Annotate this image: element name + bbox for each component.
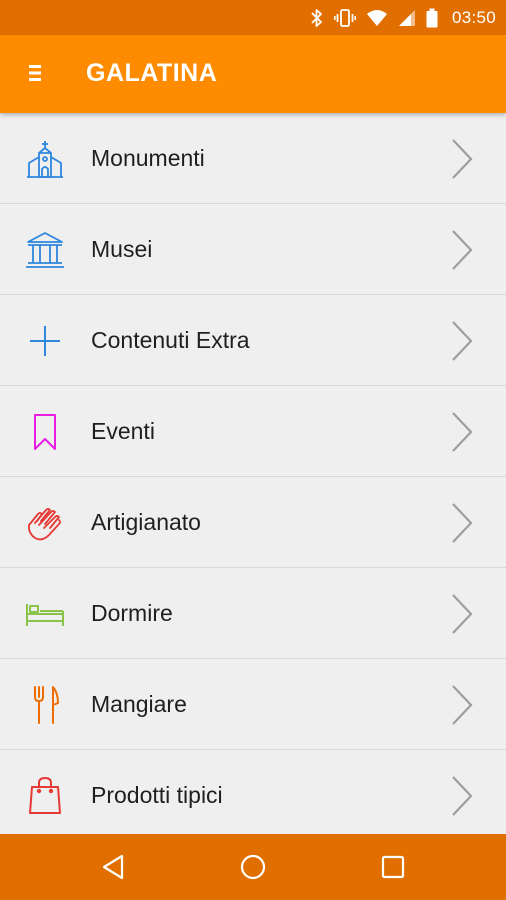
menu-button[interactable] (18, 57, 54, 93)
list-item-musei[interactable]: Musei (0, 204, 506, 295)
vibrate-icon (333, 8, 356, 28)
back-icon[interactable] (100, 853, 126, 881)
item-label: Musei (91, 236, 153, 262)
chevron-right-icon (452, 230, 473, 270)
app-title: GALATINA (86, 59, 218, 87)
chevron-right-icon (452, 139, 473, 179)
item-label: Dormire (91, 600, 173, 626)
plus-icon (24, 320, 66, 362)
list-item-contenuti-extra[interactable]: Contenuti Extra (0, 295, 506, 386)
museum-icon (24, 229, 66, 271)
category-list: Monumenti Musei Contenuti Extra Eventi A… (0, 113, 506, 834)
list-item-prodotti-tipici[interactable]: Prodotti tipici (0, 750, 506, 834)
chevron-right-icon (452, 685, 473, 725)
chevron-right-icon (452, 321, 473, 361)
recents-icon[interactable] (380, 854, 406, 880)
home-icon[interactable] (239, 853, 267, 881)
list-item-eventi[interactable]: Eventi (0, 386, 506, 477)
shopping-bag-icon (24, 775, 66, 817)
chevron-right-icon (452, 776, 473, 816)
list-item-mangiare[interactable]: Mangiare (0, 659, 506, 750)
hands-icon (24, 502, 66, 544)
list-item-artigianato[interactable]: Artigianato (0, 477, 506, 568)
chevron-right-icon (452, 594, 473, 634)
app-bar: GALATINA (0, 35, 506, 113)
fork-knife-icon (24, 684, 66, 726)
item-label: Artigianato (91, 509, 201, 535)
item-label: Monumenti (91, 145, 205, 171)
status-bar: 03:50 (0, 0, 506, 35)
home-button[interactable] (237, 851, 269, 883)
church-icon (24, 138, 66, 180)
item-label: Contenuti Extra (91, 327, 250, 353)
bookmark-icon (24, 411, 66, 453)
signal-icon (398, 9, 416, 27)
item-label: Mangiare (91, 691, 187, 717)
recents-button[interactable] (377, 851, 409, 883)
status-time: 03:50 (451, 7, 496, 27)
bed-icon (24, 593, 66, 635)
list-item-dormire[interactable]: Dormire (0, 568, 506, 659)
hamburger-menu-icon[interactable] (28, 63, 44, 88)
chevron-right-icon (452, 503, 473, 543)
navigation-bar (0, 834, 506, 900)
list-item-monumenti[interactable]: Monumenti (0, 113, 506, 204)
status-icons: 03:50 (310, 0, 496, 35)
bluetooth-icon (310, 8, 324, 28)
battery-icon (426, 8, 438, 28)
item-label: Prodotti tipici (91, 782, 223, 808)
back-button[interactable] (97, 851, 129, 883)
chevron-right-icon (452, 412, 473, 452)
item-label: Eventi (91, 418, 155, 444)
wifi-icon (366, 9, 388, 27)
